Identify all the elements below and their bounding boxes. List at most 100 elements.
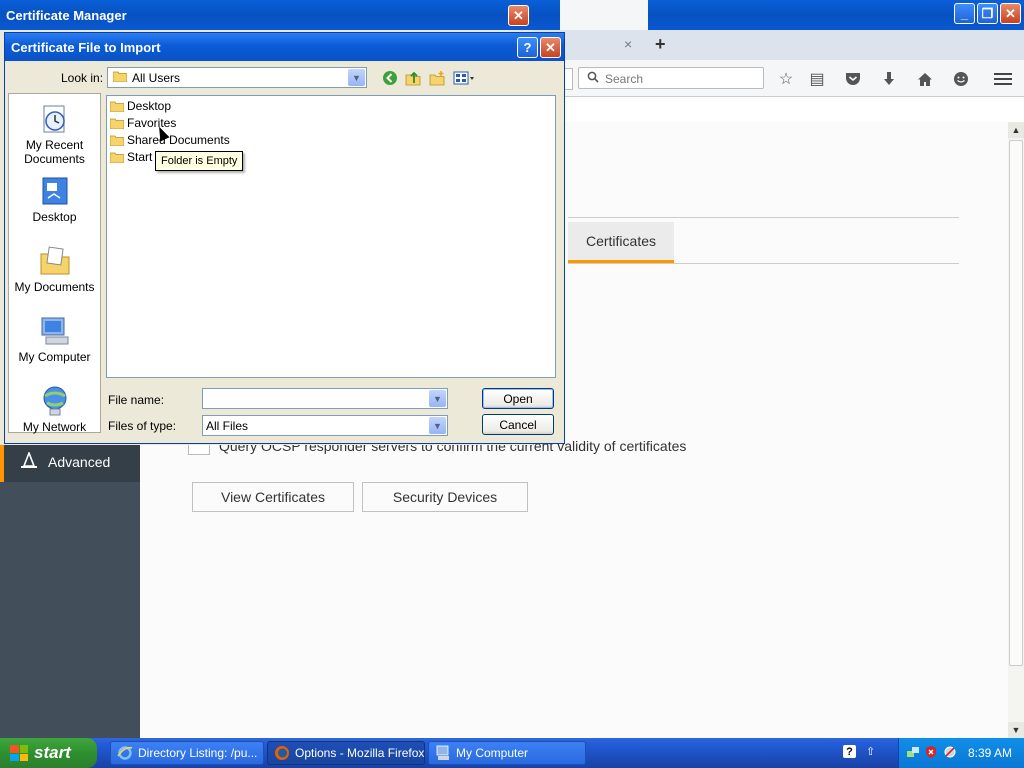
place-my-computer[interactable]: My Computer — [9, 314, 100, 364]
my-computer-icon — [41, 317, 68, 345]
taskbar-item-directory-listing[interactable]: Directory Listing: /pu... — [110, 741, 264, 765]
desktop-icon — [42, 177, 67, 205]
new-tab-icon[interactable]: + — [655, 34, 666, 55]
place-my-network[interactable]: My Network — [9, 384, 100, 434]
clock: 8:39 AM — [968, 746, 1013, 760]
wizard-hat-icon — [20, 450, 38, 475]
place-label: My Network — [22, 420, 87, 434]
divider — [568, 263, 959, 264]
place-my-documents[interactable]: My Documents — [9, 244, 100, 294]
scroll-up-icon[interactable]: ▲ — [1008, 122, 1024, 138]
back-icon[interactable] — [381, 69, 399, 87]
dialog-title: Certificate File to Import — [11, 40, 161, 55]
chevron-down-icon[interactable]: ▼ — [348, 69, 365, 86]
place-label: My Computer — [18, 350, 91, 364]
certificate-import-dialog: Certificate File to Import ? ✕ Look in: … — [4, 32, 565, 444]
file-type-value: All Files — [206, 419, 249, 433]
tab-certificates[interactable]: Certificates — [568, 222, 674, 263]
window-controls: _ ❐ ✕ — [954, 3, 1021, 24]
download-icon[interactable] — [878, 68, 900, 90]
place-desktop[interactable]: Desktop — [9, 174, 100, 224]
chevron-up-icon[interactable]: ⇧ — [866, 745, 875, 758]
file-type-label: Files of type: — [108, 419, 177, 433]
close-icon[interactable]: ✕ — [508, 5, 529, 26]
list-item-label: Shared Documents — [127, 133, 230, 147]
list-item[interactable]: Shared Documents — [110, 132, 230, 148]
menu-icon[interactable] — [992, 68, 1014, 90]
network-icon[interactable] — [906, 745, 920, 759]
security-devices-button[interactable]: Security Devices — [362, 482, 528, 512]
folder-icon — [110, 118, 124, 129]
file-type-select[interactable]: All Files ▼ — [202, 415, 448, 436]
folder-icon — [113, 71, 127, 82]
look-in-dropdown[interactable]: All Users ▼ — [107, 67, 367, 88]
list-item[interactable]: Desktop — [110, 98, 171, 114]
system-tray: 8:39 AM — [898, 738, 1024, 768]
taskbar: start Directory Listing: /pu... Options … — [0, 738, 1024, 768]
chevron-down-icon[interactable]: ▼ — [429, 417, 446, 434]
place-label: My Documents — [14, 280, 95, 294]
my-computer-icon — [435, 745, 451, 761]
start-label: start — [34, 743, 71, 762]
list-item-label: Favorites — [127, 116, 177, 130]
tooltip: Folder is Empty — [155, 151, 244, 171]
start-button[interactable]: start — [0, 738, 97, 768]
sidebar-item-label: Advanced — [48, 454, 111, 470]
window-title: Certificate Manager — [6, 8, 127, 23]
close-icon[interactable]: ✕ — [1000, 3, 1021, 24]
folder-icon — [110, 101, 124, 112]
bookmark-star-icon[interactable]: ☆ — [775, 68, 797, 90]
hello-chat-icon[interactable] — [950, 68, 972, 90]
taskbar-item-label: Options - Mozilla Firefox — [295, 746, 425, 760]
my-documents-icon — [40, 246, 69, 275]
places-bar: My Recent Documents Desktop My Documents… — [8, 93, 101, 434]
close-icon[interactable]: ✕ — [540, 37, 561, 58]
windows-logo-icon — [10, 745, 28, 761]
folder-icon — [110, 152, 124, 163]
folder-icon — [110, 135, 124, 146]
tab-close-icon[interactable]: × — [624, 36, 632, 52]
open-button[interactable]: Open — [482, 388, 554, 409]
dialog-titlebar: Certificate File to Import ? ✕ — [5, 33, 564, 61]
scroll-thumb[interactable] — [1009, 140, 1023, 666]
my-network-icon — [43, 386, 66, 416]
pocket-icon[interactable] — [842, 68, 864, 90]
home-icon[interactable] — [914, 68, 936, 90]
look-in-value: All Users — [132, 71, 181, 85]
firefox-icon — [274, 745, 290, 761]
list-item[interactable]: Favorites — [110, 115, 176, 131]
certificate-manager-titlebar: Certificate Manager ✕ — [0, 0, 533, 30]
reading-list-icon[interactable]: ▤ — [806, 68, 828, 90]
restore-icon[interactable]: ❐ — [977, 3, 998, 24]
search-icon — [587, 71, 599, 86]
scroll-down-icon[interactable]: ▼ — [1008, 722, 1024, 738]
place-label: My Recent Documents — [24, 138, 85, 166]
chevron-down-icon[interactable]: ▼ — [429, 390, 446, 407]
vertical-scrollbar[interactable]: ▲ ▼ — [1008, 122, 1024, 738]
file-name-label: File name: — [108, 393, 165, 407]
network-status-icon[interactable] — [943, 745, 957, 759]
view-menu-icon[interactable] — [452, 69, 476, 87]
security-shield-icon[interactable] — [924, 745, 938, 759]
search-placeholder: Search — [605, 72, 644, 86]
file-list[interactable]: Desktop Favorites Shared Documents Start… — [106, 95, 556, 378]
taskbar-item-firefox[interactable]: Options - Mozilla Firefox — [267, 741, 425, 765]
help-icon[interactable]: ? — [843, 745, 856, 758]
place-my-recent-documents[interactable]: My Recent Documents — [9, 102, 100, 166]
file-name-input[interactable]: ▼ — [202, 388, 448, 409]
help-icon[interactable]: ? — [517, 37, 538, 58]
taskbar-item-label: Directory Listing: /pu... — [138, 746, 258, 760]
taskbar-item-my-computer[interactable]: My Computer — [428, 741, 586, 765]
tab-options[interactable] — [560, 0, 648, 30]
up-folder-icon[interactable] — [404, 69, 422, 87]
minimize-icon[interactable]: _ — [954, 3, 975, 24]
cancel-button[interactable]: Cancel — [482, 414, 554, 435]
recent-documents-icon — [43, 105, 65, 133]
internet-explorer-icon — [117, 745, 133, 761]
list-item-label: Desktop — [127, 99, 172, 113]
search-input[interactable]: Search — [578, 67, 764, 89]
sidebar-item-advanced[interactable]: Advanced — [0, 442, 140, 482]
new-folder-icon[interactable] — [428, 69, 446, 87]
look-in-label: Look in: — [61, 71, 104, 85]
view-certificates-button[interactable]: View Certificates — [192, 482, 354, 512]
